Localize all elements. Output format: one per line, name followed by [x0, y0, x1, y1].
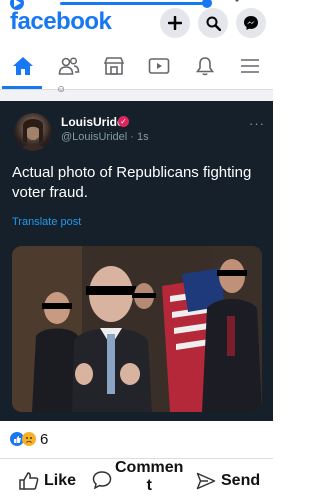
nav-home[interactable]: [0, 46, 46, 86]
nav-bar: [0, 46, 273, 89]
top-bar: facebook: [0, 0, 273, 44]
verified-badge-icon: ✓: [118, 116, 129, 127]
progress-knob[interactable]: [202, 0, 212, 8]
comment-label: Commen t: [115, 459, 183, 495]
comment-button[interactable]: Commen t: [92, 459, 183, 495]
plus-icon: [168, 16, 182, 30]
facebook-logo[interactable]: facebook: [10, 8, 112, 36]
video-icon: [148, 58, 170, 74]
post-text: Actual photo of Republicans fighting vot…: [12, 164, 252, 201]
friends-icon: [58, 57, 80, 75]
like-button[interactable]: Like: [18, 466, 76, 496]
comment-label-line2: t: [146, 477, 152, 494]
home-icon: [13, 57, 33, 75]
post-handle[interactable]: @LouisUridel: [61, 131, 127, 143]
create-button[interactable]: [160, 8, 190, 38]
more-options-icon[interactable]: ···: [249, 116, 265, 131]
reaction-icons[interactable]: [10, 432, 36, 446]
nav-notifications[interactable]: [182, 46, 228, 86]
progress-fill: [60, 2, 203, 5]
like-label: Like: [44, 472, 77, 489]
search-button[interactable]: [198, 8, 228, 38]
search-icon: [206, 16, 221, 31]
bell-icon: [195, 57, 215, 76]
avatar[interactable]: [14, 113, 52, 151]
nav-video[interactable]: [136, 46, 182, 86]
sad-reaction-icon: [22, 432, 36, 446]
post-time: 1s: [136, 131, 149, 143]
chevron-down-icon[interactable]: [230, 0, 244, 4]
send-button[interactable]: Send: [196, 466, 260, 496]
smiley-icon: ☺: [56, 84, 67, 95]
nav-menu[interactable]: [227, 46, 273, 86]
send-label: Send: [221, 472, 261, 489]
marketplace-icon: [103, 57, 125, 75]
reaction-count[interactable]: 6: [40, 431, 48, 448]
thumbs-up-icon: [19, 472, 39, 490]
post-photo[interactable]: [12, 246, 262, 412]
messenger-button[interactable]: [236, 8, 266, 38]
comment-label-line1: Commen: [115, 459, 184, 476]
menu-icon: [241, 59, 259, 73]
comment-icon: [92, 471, 112, 489]
nav-friends[interactable]: [46, 46, 92, 86]
post-meta: @LouisUridel · 1s: [61, 131, 149, 143]
nav-marketplace[interactable]: [91, 46, 137, 86]
messenger-icon: [244, 16, 258, 30]
send-icon: [196, 472, 216, 490]
translate-link[interactable]: Translate post: [12, 216, 81, 228]
